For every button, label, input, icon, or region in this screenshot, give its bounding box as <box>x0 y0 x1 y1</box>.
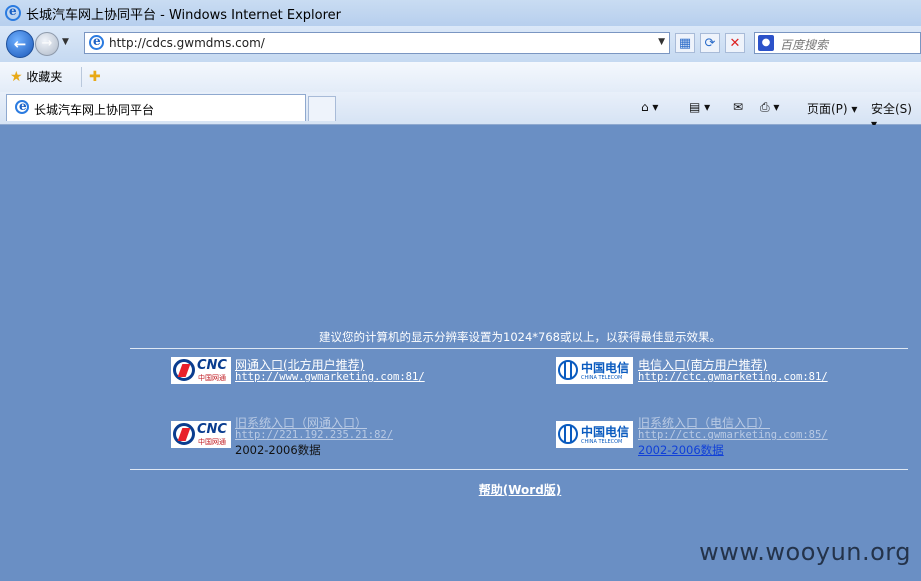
baidu-icon: ● <box>758 35 774 51</box>
new-tab-button[interactable] <box>308 96 336 121</box>
home-icon[interactable]: ⌂ ▾ <box>641 100 658 114</box>
top-divider <box>130 348 908 349</box>
favorites-star-icon: ★ <box>10 69 23 85</box>
navigation-bar: ← → ▼ http://cdcs.gwmdms.com/ ▼ ▦ ⟳ ✕ ● … <box>0 26 921 62</box>
tab-active[interactable]: 长城汽车网上协同平台 <box>6 94 306 121</box>
cnc-logo[interactable]: CNC 中国网通 <box>171 357 231 384</box>
cnc-logo-old[interactable]: CNC 中国网通 <box>171 421 231 448</box>
old-netcom-data-note: 2002-2006数据 <box>235 443 321 457</box>
back-icon: ← <box>13 35 27 53</box>
compat-view-button[interactable]: ▦ <box>675 33 695 53</box>
window-titlebar: 长城汽车网上协同平台 - Windows Internet Explorer <box>0 0 921 26</box>
help-link[interactable]: 帮助(Word版) <box>0 481 921 498</box>
tab-bar: 长城汽车网上协同平台 <box>0 92 921 125</box>
favorites-button[interactable]: ★ 收藏夹 <box>10 68 62 85</box>
telecom-logo[interactable]: 中国电信 CHINA TELECOM <box>556 357 633 384</box>
address-bar[interactable]: http://cdcs.gwmdms.com/ ▼ <box>84 32 670 54</box>
add-favorite-icon[interactable]: ✚ <box>89 69 101 85</box>
tab-label: 长城汽车网上协同平台 <box>34 103 155 117</box>
search-input[interactable]: 百度搜索 <box>780 36 828 53</box>
search-box[interactable]: ● 百度搜索 <box>754 32 921 54</box>
back-button[interactable]: ← <box>6 30 34 58</box>
telecom-logo-old[interactable]: 中国电信 CHINA TELECOM <box>556 421 633 448</box>
tab-page-icon <box>15 99 29 114</box>
stop-icon: ✕ <box>729 36 741 51</box>
address-dropdown-icon[interactable]: ▼ <box>658 37 665 47</box>
forward-button[interactable]: → <box>35 32 59 56</box>
page-content: 建议您的计算机的显示分辨率设置为1024*768或以上，以获得最佳显示效果。 C… <box>0 125 921 581</box>
page-menu[interactable]: 页面(P) ▾ <box>807 100 857 117</box>
window-title: 长城汽车网上协同平台 - Windows Internet Explorer <box>26 8 341 23</box>
old-telecom-data-note[interactable]: 2002-2006数据 <box>638 442 724 458</box>
old-netcom-entry-url[interactable]: http://221.192.235.21:82/ <box>235 429 393 441</box>
favorites-bar: ★ 收藏夹 ✚ <box>0 62 921 93</box>
favorites-label: 收藏夹 <box>26 70 63 84</box>
netcom-entry-url[interactable]: http://www.gwmarketing.com:81/ <box>235 371 425 383</box>
refresh-button[interactable]: ⟳ <box>700 33 720 53</box>
feeds-icon[interactable]: ▤ ▾ <box>689 100 710 114</box>
telecom-entry-url[interactable]: http://ctc.gwmarketing.com:81/ <box>638 371 828 383</box>
ie-logo-icon <box>5 4 21 21</box>
recent-pages-dropdown[interactable]: ▼ <box>62 37 69 47</box>
old-telecom-entry-url[interactable]: http://ctc.gwmarketing.com:85/ <box>638 429 828 441</box>
address-input[interactable]: http://cdcs.gwmdms.com/ <box>109 36 265 50</box>
forward-icon: → <box>41 36 53 51</box>
favbar-divider <box>81 67 82 87</box>
bottom-divider <box>130 469 908 470</box>
watermark: www.wooyun.org <box>699 538 911 566</box>
mail-icon[interactable]: ✉ <box>733 100 743 114</box>
print-icon[interactable]: ⎙ ▾ <box>760 100 779 115</box>
resolution-notice: 建议您的计算机的显示分辨率设置为1024*768或以上，以获得最佳显示效果。 <box>319 330 721 344</box>
stop-button[interactable]: ✕ <box>725 33 745 53</box>
compat-icon: ▦ <box>678 36 692 51</box>
page-icon <box>89 34 104 50</box>
refresh-icon: ⟳ <box>704 36 716 51</box>
